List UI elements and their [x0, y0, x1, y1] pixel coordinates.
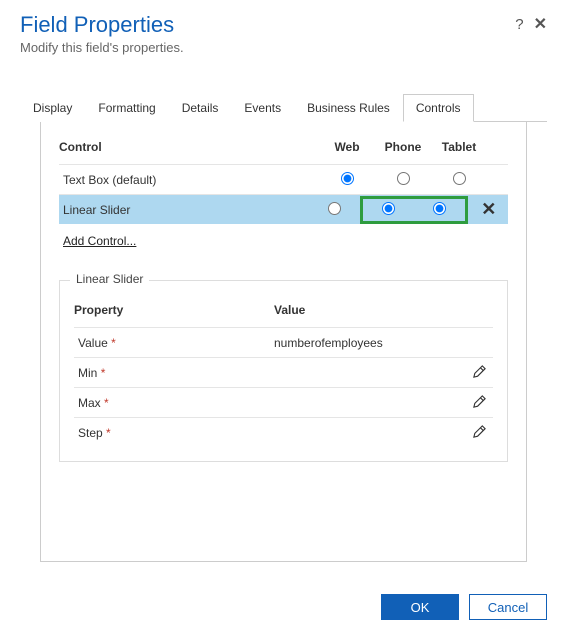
radio-phone-linearslider[interactable]	[382, 202, 395, 215]
add-control-link[interactable]: Add Control...	[59, 234, 136, 248]
properties-fieldset: Linear Slider Property Value Value * num…	[59, 280, 508, 462]
cancel-button[interactable]: Cancel	[469, 594, 547, 620]
required-marker: *	[111, 336, 116, 350]
dialog-footer: OK Cancel	[381, 594, 547, 620]
radio-web-textbox[interactable]	[341, 172, 354, 185]
edit-button[interactable]	[465, 424, 493, 442]
pencil-icon	[472, 424, 487, 439]
property-name: Value	[78, 336, 108, 350]
edit-button[interactable]	[465, 364, 493, 382]
property-row-step: Step *	[74, 417, 493, 447]
tabs: Display Formatting Details Events Busine…	[20, 93, 547, 122]
property-name: Max	[78, 396, 101, 410]
table-row[interactable]: Text Box (default)	[59, 164, 508, 194]
col-header-phone: Phone	[375, 140, 431, 154]
radio-tablet-textbox[interactable]	[453, 172, 466, 185]
tab-controls[interactable]: Controls	[403, 94, 474, 122]
control-name: Text Box (default)	[59, 173, 319, 187]
required-marker: *	[101, 366, 106, 380]
dialog-title: Field Properties	[20, 12, 547, 38]
dialog-subtitle: Modify this field's properties.	[20, 40, 547, 55]
ok-button[interactable]: OK	[381, 594, 459, 620]
remove-control-button[interactable]: ✕	[470, 199, 508, 220]
highlight-box	[360, 196, 468, 224]
close-icon[interactable]: ✕	[534, 14, 547, 34]
dialog-header: Field Properties Modify this field's pro…	[0, 0, 567, 63]
property-row-value: Value * numberofemployees	[74, 327, 493, 357]
tab-display[interactable]: Display	[20, 94, 85, 122]
tab-business-rules[interactable]: Business Rules	[294, 94, 403, 122]
col-header-value: Value	[274, 303, 493, 317]
radio-tablet-linearslider[interactable]	[433, 202, 446, 215]
property-value: numberofemployees	[274, 336, 465, 350]
tab-formatting[interactable]: Formatting	[85, 94, 168, 122]
property-name: Step	[78, 426, 103, 440]
col-header-property: Property	[74, 303, 274, 317]
control-name: Linear Slider	[59, 203, 308, 217]
required-marker: *	[106, 426, 111, 440]
table-row[interactable]: Linear Slider ✕	[59, 194, 508, 224]
property-name: Min	[78, 366, 97, 380]
help-icon[interactable]: ?	[515, 16, 523, 33]
radio-web-linearslider[interactable]	[328, 202, 341, 215]
col-header-tablet: Tablet	[431, 140, 487, 154]
pencil-icon	[472, 364, 487, 379]
tab-details[interactable]: Details	[169, 94, 232, 122]
col-header-web: Web	[319, 140, 375, 154]
controls-table: Control Web Phone Tablet Text Box (defau…	[59, 140, 508, 224]
col-header-control: Control	[59, 140, 319, 154]
property-row-max: Max *	[74, 387, 493, 417]
fieldset-legend: Linear Slider	[70, 272, 149, 286]
tab-events[interactable]: Events	[231, 94, 294, 122]
radio-phone-textbox[interactable]	[397, 172, 410, 185]
tab-content: Control Web Phone Tablet Text Box (defau…	[40, 122, 527, 562]
pencil-icon	[472, 394, 487, 409]
property-row-min: Min *	[74, 357, 493, 387]
required-marker: *	[104, 396, 109, 410]
edit-button[interactable]	[465, 394, 493, 412]
